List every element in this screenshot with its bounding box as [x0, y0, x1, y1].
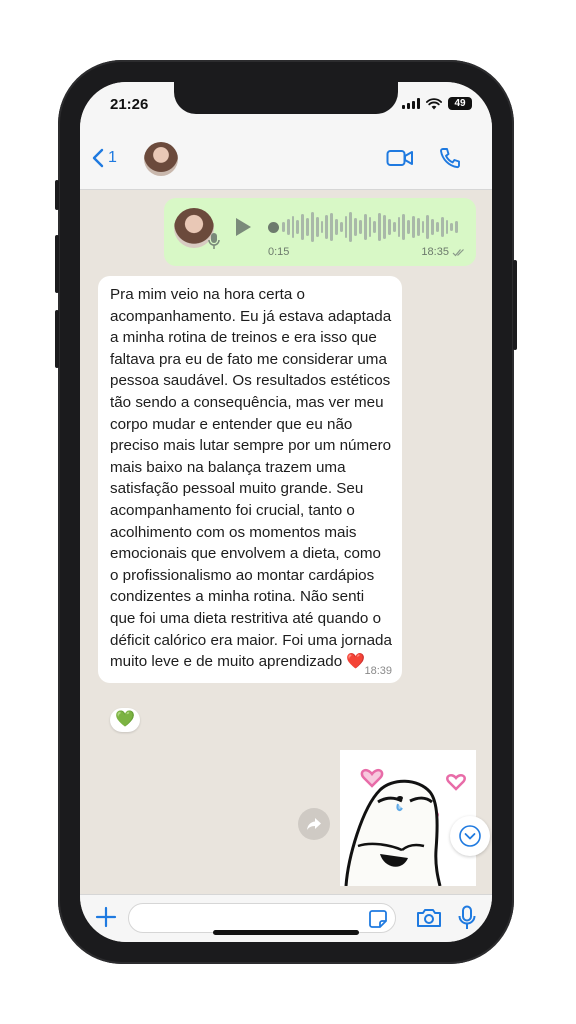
- waveform-bar: [383, 215, 386, 239]
- audio-waveform: [282, 210, 459, 244]
- sticker-message[interactable]: [340, 750, 476, 886]
- waveform-bar: [373, 221, 377, 233]
- waveform-bar: [450, 223, 454, 231]
- waveform-bar: [416, 218, 420, 236]
- waveform-bar: [282, 222, 285, 232]
- waveform-bar: [306, 218, 309, 236]
- waveform-bar: [286, 219, 290, 235]
- waveform-bar: [455, 221, 459, 233]
- home-indicator: [213, 930, 359, 935]
- voice-timestamp: 18:35: [421, 246, 466, 258]
- play-icon[interactable]: [236, 218, 251, 236]
- waveform-bar: [354, 218, 357, 236]
- waveform-bar: [407, 220, 410, 234]
- read-receipt-icon: [452, 248, 464, 256]
- waveform-bar: [440, 217, 444, 237]
- waveform-bar: [301, 214, 305, 240]
- voice-duration: 0:15: [268, 246, 290, 258]
- forward-icon: [307, 818, 321, 830]
- waveform-bar: [339, 222, 343, 232]
- wifi-icon: [426, 97, 442, 109]
- video-call-icon: [386, 150, 413, 166]
- waveform-bar: [330, 213, 333, 241]
- power-button: [513, 260, 517, 350]
- incoming-text-message[interactable]: Pra mim veio na hora certa o acompanhame…: [98, 276, 402, 683]
- plus-icon: [95, 906, 117, 928]
- back-chevron-icon: [92, 148, 104, 168]
- waveform-bar: [397, 217, 401, 237]
- voice-time-text: 18:35: [421, 246, 449, 258]
- voice-message[interactable]: 0:15 18:35: [164, 198, 476, 266]
- attach-button[interactable]: [94, 905, 118, 934]
- contact-avatar[interactable]: [144, 142, 178, 176]
- waveform-bar: [359, 220, 362, 234]
- waveform-bar: [421, 221, 425, 233]
- volume-down-button: [55, 310, 59, 368]
- microphone-icon: [458, 905, 476, 929]
- waveform-bar: [445, 220, 449, 234]
- voice-record-button[interactable]: [458, 905, 476, 936]
- waveform-bar: [431, 219, 434, 235]
- waveform-bar: [387, 219, 391, 235]
- signal-icon: [402, 98, 420, 109]
- status-icons: 49: [402, 97, 472, 110]
- waveform-bar: [344, 216, 348, 238]
- message-timestamp: 18:39: [364, 664, 392, 677]
- mic-icon: [208, 233, 220, 249]
- waveform-bar: [296, 220, 300, 234]
- waveform-bar: [411, 216, 415, 238]
- camera-icon: [417, 909, 441, 927]
- waveform-bar: [349, 212, 353, 242]
- waveform-bar: [334, 219, 338, 235]
- waveform-bar: [310, 212, 314, 242]
- forward-button[interactable]: [298, 808, 330, 840]
- video-call-button[interactable]: [386, 148, 414, 173]
- scroll-to-bottom-button[interactable]: [450, 816, 490, 856]
- waveform-bar: [291, 216, 295, 238]
- status-time: 21:26: [110, 96, 149, 113]
- screen: 21:26 49 1 0:15 18:35 Pra mim veio na ho…: [80, 82, 492, 942]
- waveform-bar: [436, 222, 439, 232]
- camera-button[interactable]: [416, 907, 442, 934]
- waveform-bar: [315, 217, 319, 237]
- back-button[interactable]: 1: [92, 148, 117, 168]
- chat-area[interactable]: 0:15 18:35 Pra mim veio na hora certa o …: [80, 190, 492, 894]
- playback-scrubber[interactable]: [268, 222, 279, 233]
- waveform-bar: [325, 215, 329, 239]
- mute-switch: [55, 180, 59, 210]
- message-reaction[interactable]: 💚: [110, 708, 140, 732]
- chevron-down-icon: [459, 825, 481, 847]
- message-text: Pra mim veio na hora certa o acompanhame…: [110, 286, 392, 671]
- waveform-bar: [378, 213, 382, 241]
- sticker-image: [344, 768, 466, 886]
- phone-icon: [440, 148, 460, 169]
- message-input[interactable]: [128, 903, 396, 933]
- waveform-bar: [368, 217, 372, 237]
- waveform-bar: [426, 215, 430, 239]
- sticker-icon: [369, 910, 387, 928]
- sticker-button[interactable]: [368, 909, 388, 934]
- waveform-bar: [402, 214, 406, 240]
- volume-up-button: [55, 235, 59, 293]
- notch: [174, 82, 398, 114]
- waveform-bar: [363, 214, 367, 240]
- chat-header: 1: [80, 128, 492, 190]
- phone-frame: 21:26 49 1 0:15 18:35 Pra mim veio na ho…: [55, 60, 517, 964]
- voice-call-button[interactable]: [438, 146, 462, 175]
- unread-count: 1: [108, 149, 117, 166]
- battery-indicator: 49: [448, 97, 472, 110]
- waveform-bar: [320, 221, 324, 233]
- waveform-bar: [392, 222, 396, 232]
